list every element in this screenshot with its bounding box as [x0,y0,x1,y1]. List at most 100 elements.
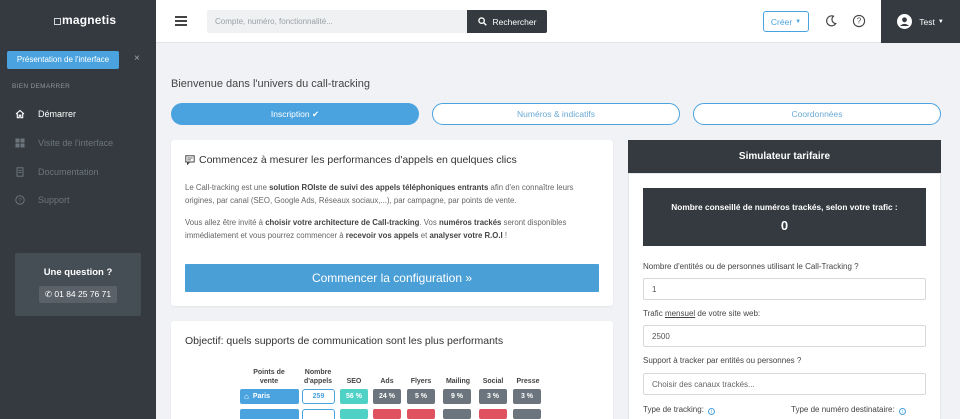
objective-card-title: Objectif: quels supports de communicatio… [185,335,504,347]
step-numeros[interactable]: Numéros & indicatifs [432,103,680,125]
svg-text:?: ? [857,17,862,26]
text-underline: mensuel [664,309,696,318]
destination-type-label: Type de numéro destinataire: i [791,405,906,415]
calls-count-next [302,409,335,419]
channels-select[interactable] [643,373,926,395]
step-inscription[interactable]: Inscription ✔ [171,103,419,125]
create-button-label: Créer [770,16,793,27]
phone-icon: ✆ [44,289,55,299]
text-bold: solution ROIste de suivi des appels télé… [269,183,489,192]
sidebar-item-documentation[interactable]: Documentation [0,161,156,183]
text-bold: choisir votre architecture de Call-track… [265,218,420,227]
document-icon [15,167,25,177]
tour-close-icon[interactable]: × [134,53,140,64]
phone-button[interactable]: ✆ 01 84 25 76 71 [38,286,118,303]
search-button[interactable]: Rechercher [467,10,547,33]
text-bold: numéros trackés [438,218,502,227]
pct-seo-next [340,409,368,419]
simulator-result: Nombre conseillé de numéros trackés, sel… [643,188,926,246]
header-presse: Presse [516,378,540,385]
text-span: Type de numéro destinataire: [791,405,895,414]
text-span: Type de tracking: [643,405,704,414]
text-span: . Vos [419,218,439,227]
search-icon [477,17,487,26]
sidebar-item-label: Démarrer [38,109,77,119]
phone-number: 01 84 25 76 71 [54,289,112,299]
pct-ads: 24 % [373,389,401,404]
intro-card: Commencez à mesurer les performances d'a… [171,140,613,306]
question-box: Une question ? ✆ 01 84 25 76 71 [15,253,141,316]
home-icon [15,109,25,119]
logo-mark-icon [54,18,61,25]
header-nombre-appels: Nombre d'appels [303,369,333,385]
objective-card: Objectif: quels supports de communicatio… [171,321,613,419]
sidebar-item-support[interactable]: ? Support [0,189,156,211]
pct-flyers: 5 % [407,389,435,404]
search-button-label: Rechercher [492,16,537,27]
step-coordonnees[interactable]: Coordonnées [693,103,941,125]
pct-social-next [479,409,507,419]
simulator-title: Simulateur tarifaire [628,140,941,173]
pct-presse-next [513,409,541,419]
text-span: ! [502,231,508,240]
sidebar: magnetis Présentation de l'interface × B… [0,0,156,419]
house-icon: ⌂ [244,392,249,401]
pct-ads-next [373,409,401,419]
pct-flyers-next [407,409,435,419]
app-window: magnetis Présentation de l'interface × B… [0,0,960,419]
entities-input[interactable] [643,278,926,300]
text-span: et [418,231,430,240]
info-icon[interactable]: i [898,408,906,415]
pct-mailing: 9 % [443,389,471,404]
user-name: Test [919,16,935,27]
info-icon[interactable]: i [707,408,715,415]
comment-icon [185,155,195,165]
help-circle-icon: ? [15,195,25,205]
user-menu[interactable]: Test ▼ [881,0,960,43]
calls-count: 259 [302,389,335,404]
intro-paragraph-1: Le Call-tracking est une solution ROIste… [185,181,600,207]
create-button[interactable]: Créer ▼ [763,11,809,32]
result-label: Nombre conseillé de numéros trackés, sel… [671,202,898,212]
search-input[interactable] [207,10,467,33]
dark-mode-moon-icon[interactable] [824,14,838,33]
intro-paragraph-2: Vous allez être invité à choisir votre a… [185,216,600,242]
grid-icon [15,138,25,148]
header-social: Social [482,378,504,385]
pct-presse: 3 % [513,389,541,404]
chevron-down-icon: ▼ [937,18,944,25]
traffic-input[interactable] [643,325,926,347]
text-bold: analyser votre R.O.I [429,231,503,240]
sidebar-item-demarrer[interactable]: Démarrer [0,103,156,125]
logo[interactable]: magnetis [54,13,116,27]
text-bold: recevoir vos appels [345,231,419,240]
tracking-type-label: Type de tracking: i [643,405,715,415]
page-title: Bienvenue dans l'univers du call-trackin… [171,78,370,90]
logo-text: magnetis [62,13,117,27]
help-icon[interactable]: ? [852,14,866,33]
traffic-label: Trafic mensuel de votre site web: [643,309,760,318]
header-seo: SEO [346,378,362,385]
text-span: de votre site web: [695,309,761,318]
start-configuration-button[interactable]: Commencer la configuration » [185,264,599,292]
entities-label: Nombre d'entités ou de personnes utilisa… [643,262,859,271]
hamburger-menu-icon[interactable] [175,16,187,26]
question-title: Une question ? [43,267,113,278]
header-ads: Ads [380,378,394,385]
text-span: Trafic [643,309,665,318]
sidebar-item-visite[interactable]: Visite de l'interface [0,132,156,154]
pct-seo: 56 % [340,389,368,404]
sidebar-section-title: BIEN DEMARRER [12,83,71,90]
tour-button[interactable]: Présentation de l'interface [7,51,119,69]
city-name: Paris [252,393,270,400]
sidebar-item-label: Documentation [38,167,99,177]
header-points-de-vente: Points de vente [253,369,285,385]
intro-card-title-text: Commencez à mesurer les performances d'a… [199,154,517,166]
text-span: Le Call-tracking est une [185,183,270,192]
header-mailing: Mailing [445,378,471,385]
chevron-down-icon: ▼ [795,18,802,25]
row-city-next [240,409,299,419]
simulator-panel: Nombre conseillé de numéros trackés, sel… [628,173,941,419]
intro-card-title: Commencez à mesurer les performances d'a… [185,154,517,166]
sidebar-item-label: Support [38,195,70,205]
